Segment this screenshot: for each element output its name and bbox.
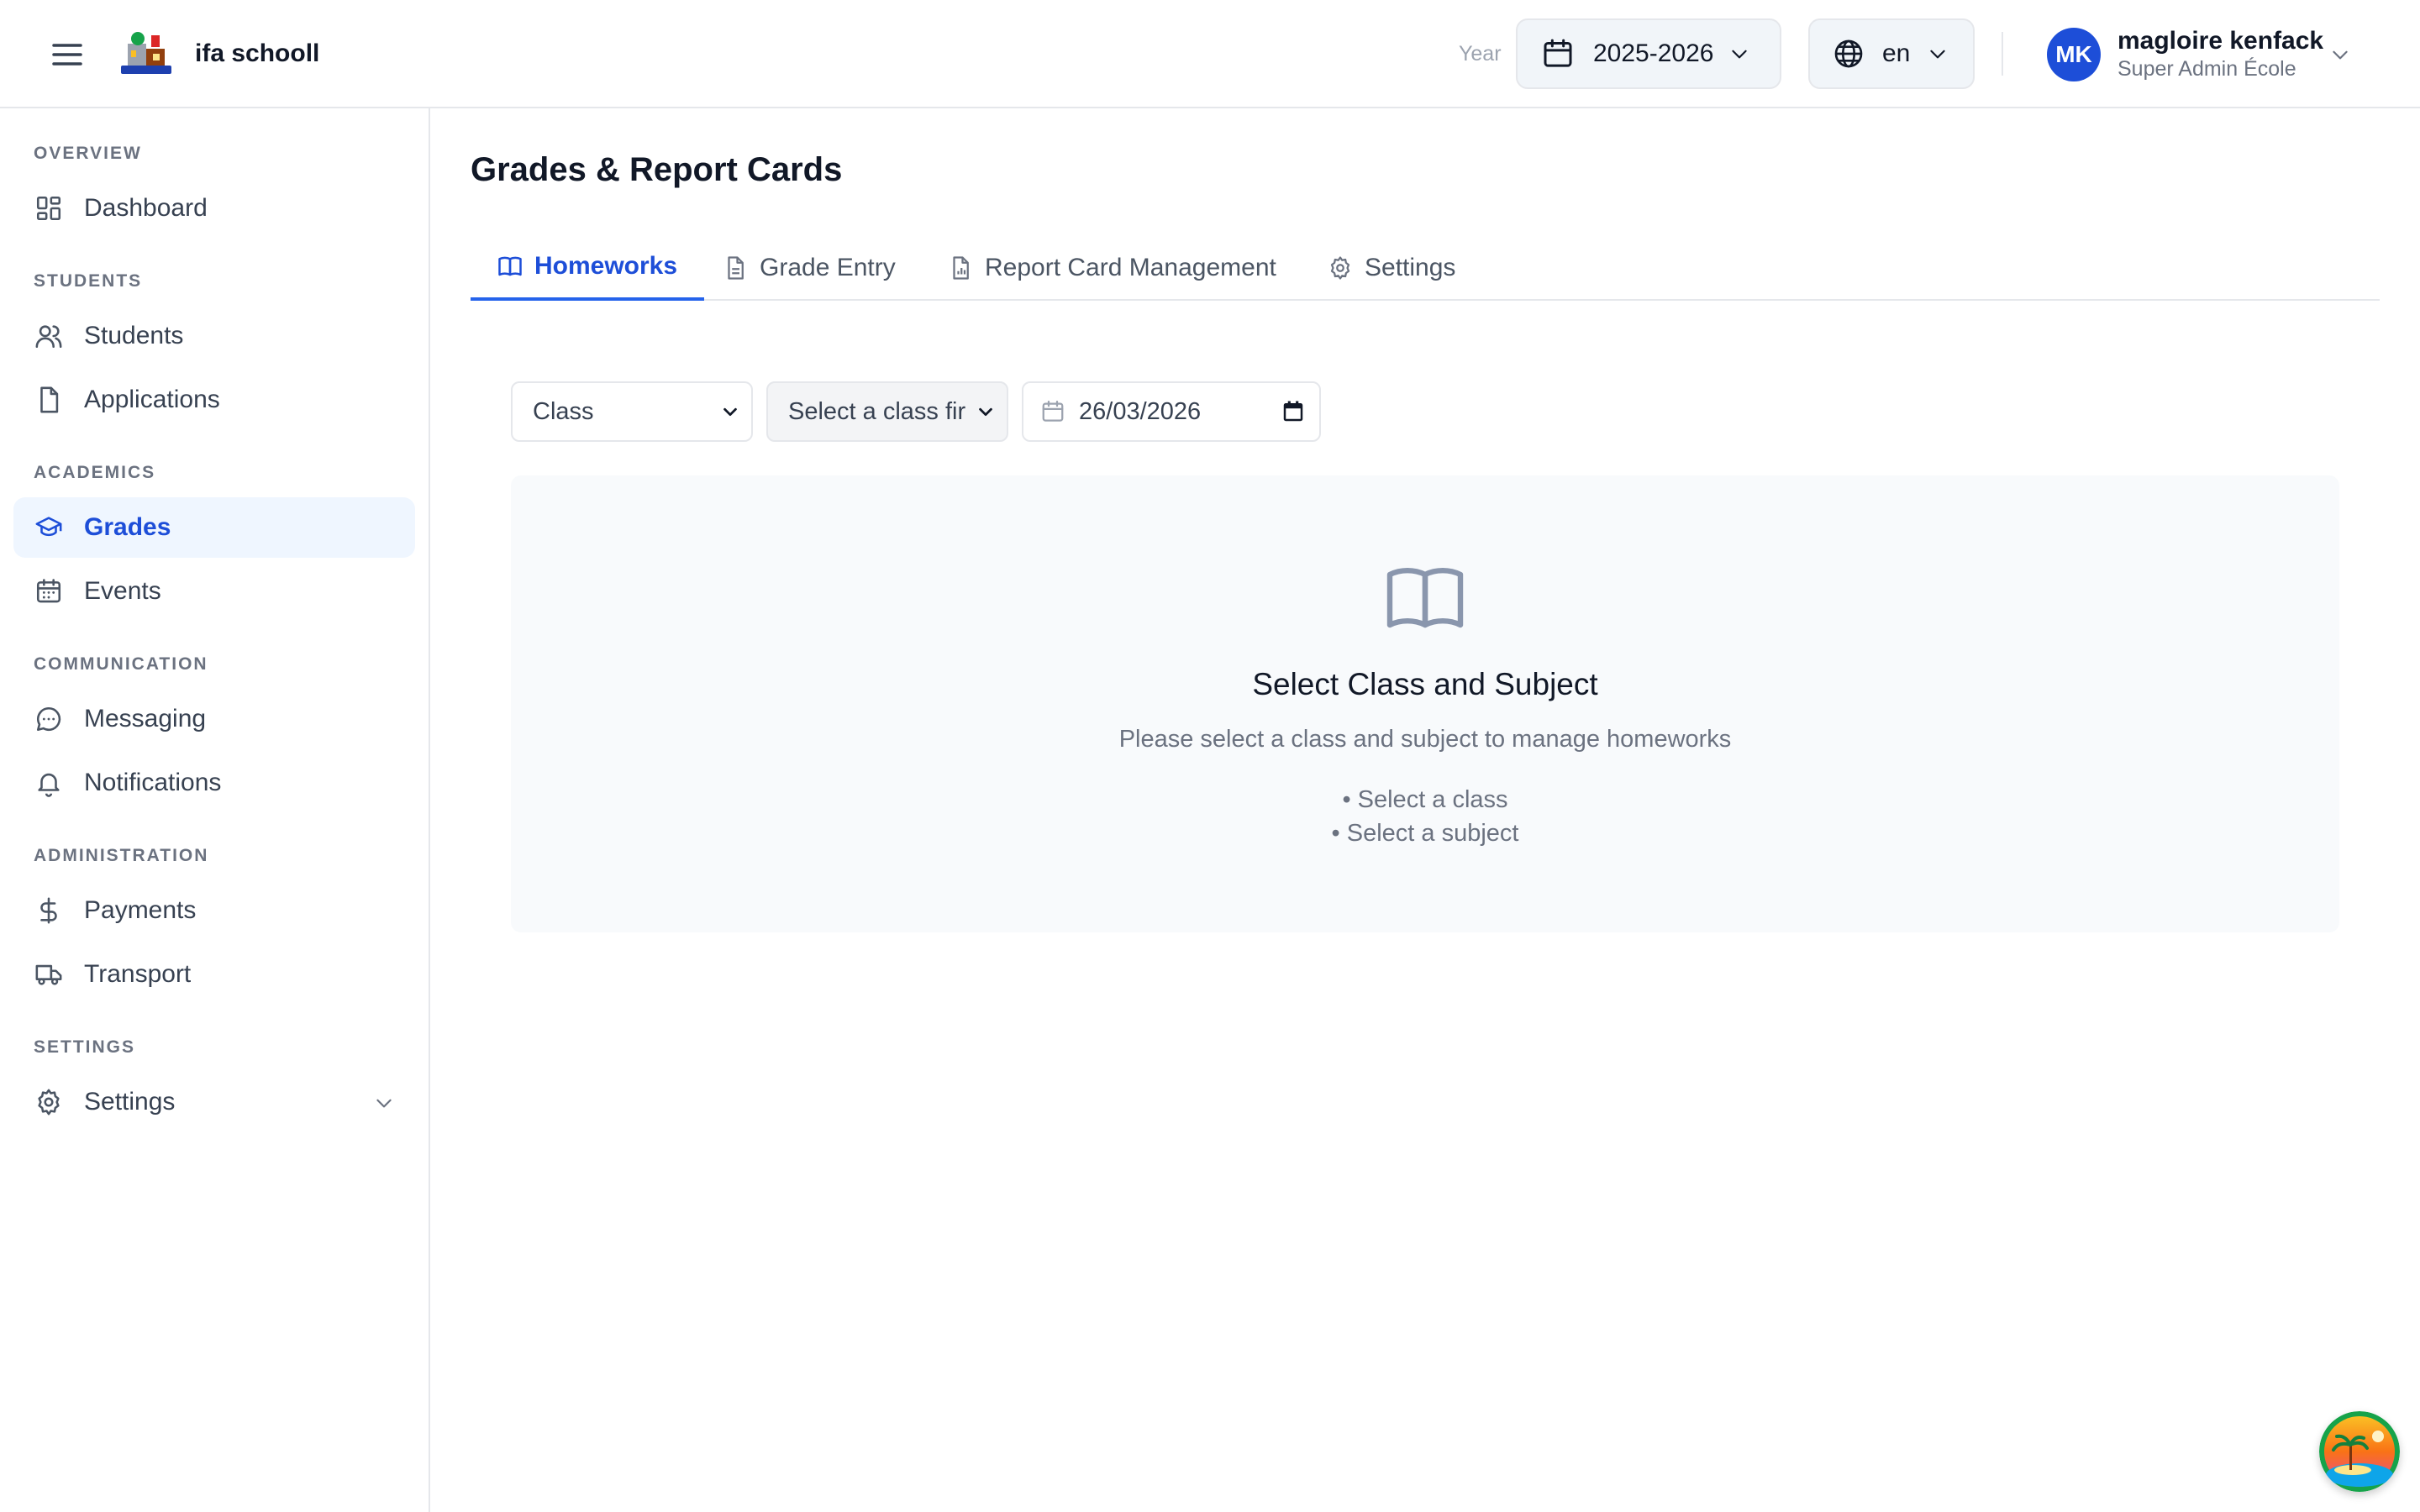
document-icon — [723, 255, 748, 281]
sidebar-item-notifications[interactable]: Notifications — [13, 753, 415, 813]
user-menu[interactable]: MK magloire kenfack Super Admin École — [2047, 25, 2366, 84]
academic-year-value: 2025-2026 — [1593, 39, 1714, 67]
sidebar-item-messaging[interactable]: Messaging — [13, 689, 415, 749]
file-icon — [34, 385, 64, 415]
sidebar: OVERVIEW Dashboard STUDENTS Students App… — [0, 108, 430, 1512]
chevron-down-icon — [1927, 43, 1949, 65]
book-icon — [1385, 564, 1465, 632]
tab-label: Report Card Management — [985, 254, 1276, 281]
class-select[interactable]: Class — [511, 381, 753, 442]
bell-icon — [34, 768, 64, 798]
calendar-icon — [1040, 399, 1065, 424]
school-logo — [118, 29, 175, 77]
sidebar-section-communication: COMMUNICATION — [34, 654, 208, 674]
class-select-value: Class — [533, 397, 594, 425]
truck-icon — [34, 959, 64, 990]
app-name: ifa schooll — [195, 39, 320, 67]
users-icon — [34, 321, 64, 351]
graduation-cap-icon — [34, 512, 64, 543]
user-role: Super Admin École — [2118, 57, 2296, 81]
sidebar-item-grades[interactable]: Grades — [13, 497, 415, 558]
avatar: MK — [2047, 28, 2101, 81]
chevron-down-icon — [721, 402, 739, 421]
floating-assistant-button[interactable] — [2319, 1411, 2400, 1492]
sidebar-item-dashboard[interactable]: Dashboard — [13, 178, 415, 239]
dollar-icon — [34, 895, 64, 926]
sidebar-section-academics: ACADEMICS — [34, 463, 156, 482]
gear-icon — [1328, 255, 1353, 281]
sidebar-item-label: Messaging — [84, 705, 207, 732]
tab-report-card-management[interactable]: Report Card Management — [921, 235, 1303, 301]
subject-select[interactable]: Select a class fir — [766, 381, 1008, 442]
date-input[interactable]: 26/03/2026 — [1022, 381, 1321, 442]
gear-icon — [34, 1087, 64, 1117]
tab-label: Grade Entry — [760, 254, 896, 281]
user-name: magloire kenfack — [2118, 27, 2324, 55]
date-input-value: 26/03/2026 — [1079, 397, 1202, 425]
book-icon — [497, 254, 523, 279]
empty-state-title: Select Class and Subject — [1252, 667, 1598, 701]
tab-label: Settings — [1365, 254, 1456, 281]
empty-state-description: Please select a class and subject to man… — [1118, 726, 1732, 753]
sidebar-item-transport[interactable]: Transport — [13, 944, 415, 1005]
sidebar-item-label: Transport — [84, 960, 192, 988]
year-label: Year — [1459, 42, 1502, 66]
tab-settings[interactable]: Settings — [1301, 235, 1482, 301]
academic-year-select[interactable]: 2025-2026 — [1516, 18, 1781, 89]
chevron-down-icon — [976, 402, 995, 421]
chevron-down-icon — [1728, 43, 1750, 65]
header-divider — [2002, 32, 2003, 76]
sidebar-section-students: STUDENTS — [34, 271, 143, 291]
sidebar-section-administration: ADMINISTRATION — [34, 846, 209, 865]
message-icon — [34, 704, 64, 734]
dashboard-icon — [34, 193, 64, 223]
sidebar-item-label: Students — [84, 322, 184, 349]
tab-homeworks[interactable]: Homeworks — [471, 235, 705, 301]
sidebar-item-label: Settings — [84, 1088, 176, 1116]
globe-icon — [1832, 37, 1865, 71]
top-bar: ifa schooll Year 2025-2026 en MK magloir… — [0, 0, 2420, 108]
sidebar-item-payments[interactable]: Payments — [13, 880, 415, 941]
sidebar-item-students[interactable]: Students — [13, 306, 415, 366]
calendar-icon — [1541, 37, 1575, 71]
sidebar-item-label: Grades — [84, 513, 171, 541]
sidebar-item-label: Events — [84, 577, 161, 605]
page-title: Grades & Report Cards — [471, 151, 843, 188]
chevron-down-icon — [2329, 44, 2351, 66]
tab-label: Homeworks — [534, 252, 678, 280]
language-select[interactable]: en — [1808, 18, 1975, 89]
menu-icon[interactable] — [49, 38, 86, 71]
sidebar-item-applications[interactable]: Applications — [13, 370, 415, 430]
empty-state-hint: • Select a subject — [1331, 820, 1519, 847]
subject-select-value: Select a class fir — [788, 397, 966, 425]
sidebar-section-settings: SETTINGS — [34, 1037, 136, 1057]
tab-bar: Homeworks Grade Entry Report Card Manage… — [471, 235, 2380, 301]
date-picker-icon[interactable] — [1281, 399, 1306, 424]
calendar-icon — [34, 576, 64, 606]
empty-state-hint: • Select a class — [1342, 786, 1508, 813]
empty-state-panel: Select Class and Subject Please select a… — [511, 475, 2339, 932]
sidebar-item-label: Dashboard — [84, 194, 208, 222]
tab-grade-entry[interactable]: Grade Entry — [696, 235, 923, 301]
report-icon — [948, 255, 973, 281]
sidebar-item-label: Notifications — [84, 769, 222, 796]
sidebar-item-label: Applications — [84, 386, 220, 413]
sidebar-item-settings[interactable]: Settings — [13, 1072, 415, 1132]
sidebar-item-events[interactable]: Events — [13, 561, 415, 622]
language-value: en — [1882, 39, 1911, 67]
sidebar-section-overview: OVERVIEW — [34, 144, 142, 163]
chevron-down-icon — [373, 1092, 395, 1114]
sidebar-item-label: Payments — [84, 896, 197, 924]
